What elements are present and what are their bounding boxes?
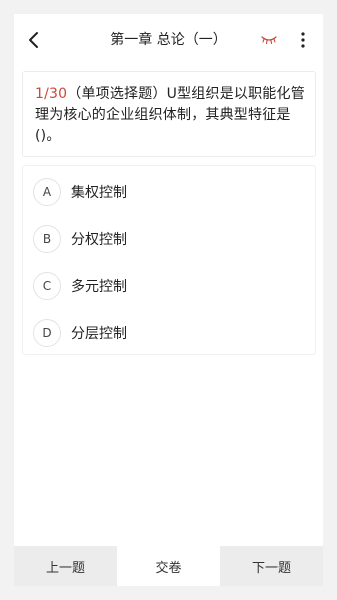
option-b[interactable]: B 分权控制 <box>23 216 315 262</box>
bottom-action-bar: 上一题 交卷 下一题 <box>14 546 323 586</box>
option-text: 分权控制 <box>71 232 127 248</box>
option-text: 分层控制 <box>71 326 127 342</box>
option-text: 多元控制 <box>71 279 127 295</box>
question-stem: （单项选择题）U型组织是以职能化管理为核心的企业组织体制，其典型特征是()。 <box>35 86 305 144</box>
submit-exam-button[interactable]: 交卷 <box>117 546 220 586</box>
option-c[interactable]: C 多元控制 <box>23 263 315 309</box>
more-menu-button[interactable] <box>294 26 312 54</box>
back-button[interactable] <box>20 26 48 54</box>
vertical-dots-icon <box>301 32 305 48</box>
option-letter: B <box>33 225 61 253</box>
question-number: 1/30 <box>35 86 68 102</box>
page-title: 第一章 总论（一） <box>110 32 227 48</box>
question-text-block: 1/30（单项选择题）U型组织是以职能化管理为核心的企业组织体制，其典型特征是(… <box>35 84 305 147</box>
option-d[interactable]: D 分层控制 <box>23 310 315 356</box>
app-screen: 第一章 总论（一） 1/30（单项选择题）U型组织是以职能化管理为核心的企业组织… <box>14 14 323 586</box>
chevron-left-icon <box>29 32 38 48</box>
closed-eye-icon <box>261 36 277 45</box>
eye-toggle-button[interactable] <box>258 30 280 50</box>
prev-question-button[interactable]: 上一题 <box>14 546 117 586</box>
header-bar: 第一章 总论（一） <box>14 14 323 66</box>
next-question-button[interactable]: 下一题 <box>220 546 323 586</box>
option-letter: C <box>33 272 61 300</box>
option-a[interactable]: A 集权控制 <box>23 169 315 215</box>
option-letter: A <box>33 178 61 206</box>
question-card: 1/30（单项选择题）U型组织是以职能化管理为核心的企业组织体制，其典型特征是(… <box>22 71 316 157</box>
option-text: 集权控制 <box>71 185 127 201</box>
options-list: A 集权控制 B 分权控制 C 多元控制 D 分层控制 <box>22 165 316 355</box>
option-letter: D <box>33 319 61 347</box>
